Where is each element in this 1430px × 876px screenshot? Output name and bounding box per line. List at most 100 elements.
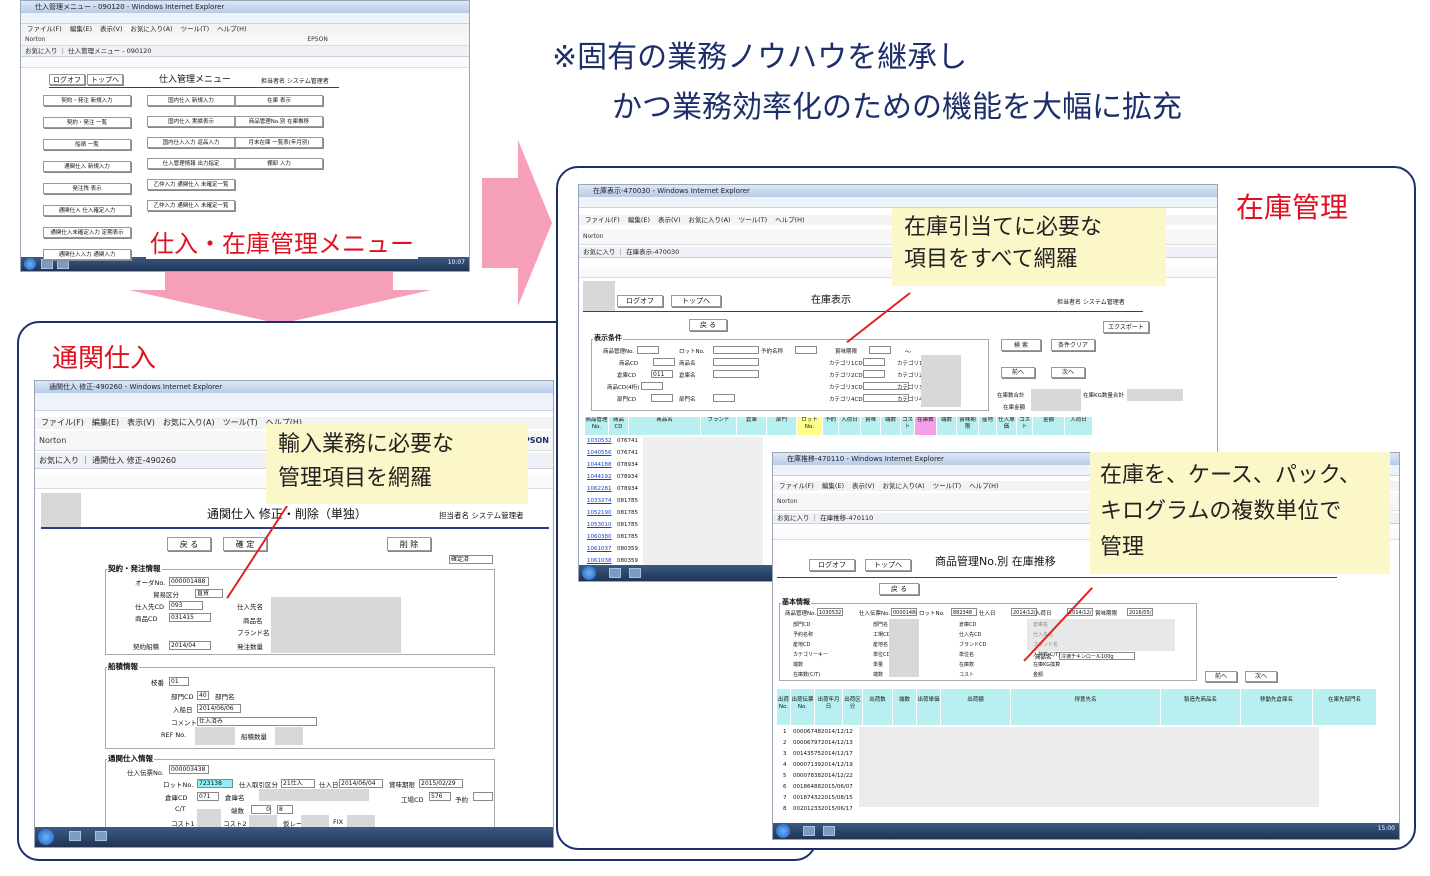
menu-item-col1-2[interactable]: 船積 一覧: [43, 139, 131, 150]
logoff-button[interactable]: ログオフ: [809, 559, 855, 571]
stock-row-mgmt-no[interactable]: 1053010: [587, 522, 612, 528]
filter-input[interactable]: 011: [651, 370, 673, 378]
menu-item-col2-2[interactable]: 国内仕入入力 返品入力: [147, 137, 235, 148]
branch-field[interactable]: 01: [169, 677, 189, 686]
menu-item-col2-5[interactable]: 乙仲入力 通関仕入 未確定一覧: [147, 200, 235, 211]
factory-field[interactable]: 576: [429, 792, 451, 801]
stock-column-header[interactable]: 在庫数: [915, 417, 937, 435]
menu-item-col3-2[interactable]: 月末在庫 一覧表(年月別): [235, 137, 323, 148]
delete-button[interactable]: 削 除: [387, 537, 431, 551]
comment-field[interactable]: 仕入済み: [197, 717, 317, 726]
next-button[interactable]: 次へ: [1245, 671, 1277, 682]
trend-column-header[interactable]: 端数: [893, 689, 917, 725]
taskbar-app[interactable]: [803, 826, 815, 836]
clear-button[interactable]: 条件クリア: [1051, 339, 1095, 351]
basic-product-name[interactable]: 冷凍チキンロール100g: [1059, 652, 1135, 660]
favorites-label[interactable]: お気に入り: [39, 456, 79, 465]
menu-tab[interactable]: 仕入管理メニュー - 090120: [68, 47, 151, 55]
norton-label[interactable]: Norton: [583, 233, 603, 240]
stock-row-mgmt-no[interactable]: 1061038: [587, 558, 612, 564]
back-button[interactable]: 戻 る: [879, 583, 919, 595]
menu-file[interactable]: ファイル(F): [27, 25, 62, 33]
warehouse-cd-field[interactable]: 071: [197, 792, 219, 801]
menu-tools[interactable]: ツール(T): [933, 482, 962, 490]
top-button[interactable]: トップへ: [87, 74, 123, 85]
menu-item-col2-0[interactable]: 国内仕入 新規入力: [147, 95, 235, 106]
address-bar[interactable]: [21, 13, 469, 24]
filter-input[interactable]: [637, 346, 659, 354]
stock-column-header[interactable]: 入荷日: [1065, 417, 1093, 435]
menu-help[interactable]: ヘルプ(H): [969, 482, 998, 490]
lot-field[interactable]: 723138: [197, 779, 233, 788]
trend-column-header[interactable]: 出荷単価: [917, 689, 941, 725]
filter-input[interactable]: [713, 370, 759, 378]
customs-tab[interactable]: 通関仕入 修正-490260: [92, 456, 176, 465]
filter-input[interactable]: [795, 346, 817, 354]
menu-view[interactable]: 表示(V): [127, 418, 155, 427]
filter-input[interactable]: [653, 358, 675, 366]
address-bar[interactable]: [35, 393, 553, 411]
menu-item-col1-8[interactable]: 発注書 新規一覧: [43, 271, 131, 272]
supplier-cd-field[interactable]: 093: [169, 601, 203, 610]
trend-column-header[interactable]: 出荷区分: [843, 689, 863, 725]
menu-view[interactable]: 表示(V): [100, 25, 123, 33]
taskbar-app[interactable]: [69, 831, 81, 841]
next-button[interactable]: 次へ: [1051, 367, 1085, 378]
filter-input[interactable]: [713, 358, 759, 366]
menu-file[interactable]: ファイル(F): [585, 216, 620, 224]
stock-column-header[interactable]: 金額: [1033, 417, 1065, 435]
basic-mgmt_no[interactable]: 1030532: [817, 608, 843, 616]
arrival-field[interactable]: 2014/06/06: [197, 704, 241, 713]
expiry-field[interactable]: 2015/02/29: [419, 779, 463, 788]
taskbar-app[interactable]: [629, 568, 641, 578]
stock-column-header[interactable]: 商品名: [629, 417, 701, 435]
trend-column-header[interactable]: 製造先商品名: [1161, 689, 1241, 725]
stock-row-mgmt-no[interactable]: 1044192: [587, 474, 612, 480]
menu-item-col3-0[interactable]: 在庫 表示: [235, 95, 323, 106]
trend-column-header[interactable]: 得意先名: [1011, 689, 1161, 725]
search-button[interactable]: 検 索: [1001, 339, 1041, 351]
menu-view[interactable]: 表示(V): [658, 216, 681, 224]
start-button[interactable]: [582, 566, 596, 580]
address-bar[interactable]: [579, 197, 1217, 208]
menu-file[interactable]: ファイル(F): [779, 482, 814, 490]
trend-tab[interactable]: 在庫推移-470110: [820, 514, 873, 522]
stock-row-mgmt-no[interactable]: 1030532: [587, 438, 612, 444]
menu-tools[interactable]: ツール(T): [739, 216, 768, 224]
stock-tab[interactable]: 在庫表示-470030: [626, 248, 679, 256]
menu-item-col1-4[interactable]: 発注残 表示: [43, 183, 131, 194]
order-no-field[interactable]: 000001488: [169, 577, 209, 586]
cases2-field[interactable]: 8: [277, 805, 293, 814]
stock-column-header[interactable]: 端数: [937, 417, 957, 435]
menu-item-col1-6[interactable]: 通関仕入未確定入力 定期表示: [43, 227, 131, 238]
stock-column-header[interactable]: 入荷日: [839, 417, 861, 435]
logoff-button[interactable]: ログオフ: [617, 295, 663, 307]
trend-column-header[interactable]: 出荷年月日: [815, 689, 843, 725]
menu-favorites[interactable]: お気に入り(A): [883, 482, 925, 490]
menu-edit[interactable]: 編集(E): [822, 482, 844, 490]
menu-item-col1-1[interactable]: 契約・発注 一覧: [43, 117, 131, 128]
menu-edit[interactable]: 編集(E): [92, 418, 119, 427]
basic-lot[interactable]: 882348: [951, 608, 977, 616]
stock-row-mgmt-no[interactable]: 1061037: [587, 546, 612, 552]
date-field[interactable]: 2014/06/04: [339, 779, 383, 788]
product-cd-field[interactable]: 031415: [169, 613, 211, 622]
top-button[interactable]: トップへ: [671, 295, 721, 307]
taskbar-app[interactable]: [609, 568, 621, 578]
back-button[interactable]: 戻 る: [689, 319, 727, 331]
stock-column-header[interactable]: コスト: [901, 417, 915, 435]
logoff-button[interactable]: ログオフ: [49, 74, 85, 85]
dept-cd-field[interactable]: 40: [197, 691, 209, 700]
menu-view[interactable]: 表示(V): [852, 482, 875, 490]
status-select[interactable]: 確定済: [449, 555, 493, 564]
filter-input[interactable]: [651, 394, 673, 402]
trend-column-header[interactable]: 移動先倉庫名: [1241, 689, 1313, 725]
stock-row-mgmt-no[interactable]: 1052190: [587, 510, 612, 516]
basic-expiry[interactable]: 2016/05/29: [1127, 608, 1153, 616]
menu-item-col3-3[interactable]: 棚卸 入力: [235, 158, 323, 169]
norton-label[interactable]: Norton: [25, 36, 45, 43]
stock-row-mgmt-no[interactable]: 1040556: [587, 450, 612, 456]
menu-item-col1-5[interactable]: 通関仕入 仕入確定入力: [43, 205, 131, 216]
stock-column-header[interactable]: 賞味: [861, 417, 881, 435]
menu-edit[interactable]: 編集(E): [628, 216, 650, 224]
